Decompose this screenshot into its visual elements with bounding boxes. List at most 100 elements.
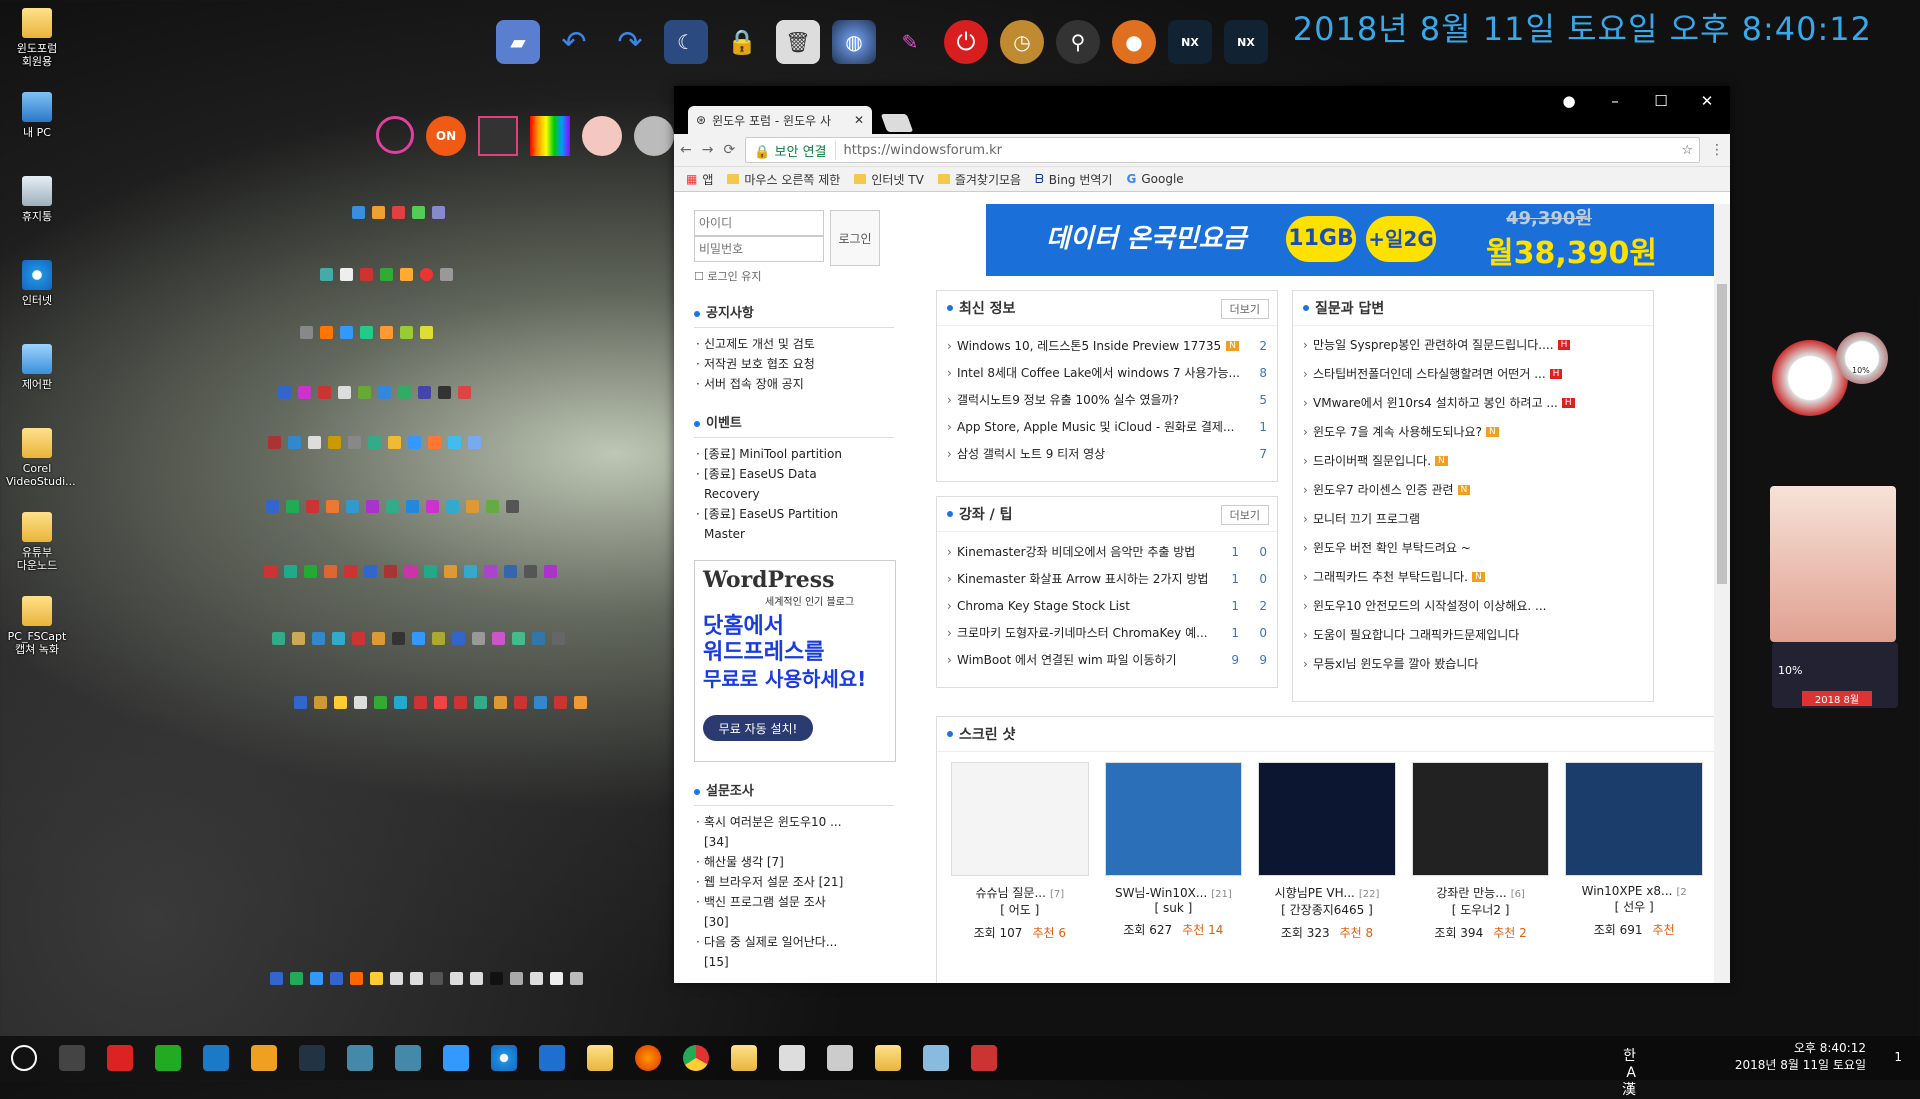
folder-icon[interactable] <box>875 1045 901 1071</box>
app-icon[interactable] <box>392 206 405 219</box>
store-icon[interactable] <box>779 1045 805 1071</box>
app-icon[interactable] <box>346 500 359 513</box>
desktop-icon-internet[interactable]: 인터넷 <box>6 260 68 307</box>
app-icon[interactable] <box>312 632 325 645</box>
app-icon[interactable] <box>448 436 461 449</box>
app-icon[interactable] <box>386 500 399 513</box>
qa-item[interactable]: 만능일 Sysprep봉인 관련하여 질문드립니다....H <box>1293 330 1653 359</box>
app-icon[interactable]: ● <box>1112 20 1156 64</box>
maximize-button[interactable]: ☐ <box>1638 86 1684 116</box>
app-icon[interactable] <box>514 696 527 709</box>
close-window-button[interactable]: ✕ <box>1684 86 1730 116</box>
app-icon[interactable] <box>372 632 385 645</box>
app-icon[interactable] <box>272 632 285 645</box>
app-icon[interactable] <box>414 696 427 709</box>
app-icon[interactable] <box>510 972 523 985</box>
app-icon[interactable] <box>458 386 471 399</box>
app-icon[interactable] <box>304 565 317 578</box>
screenshot-title[interactable]: 강좌란 만능... [6] <box>1412 884 1550 901</box>
eraser-icon[interactable]: ✎ <box>888 20 932 64</box>
screenshot-card[interactable]: Win10XPE x8... [2 [ 선우 ] 조회 691 추천 <box>1565 762 1703 941</box>
notice-item[interactable]: 저작권 보호 협조 요청 <box>694 354 854 374</box>
app-icon[interactable] <box>324 565 337 578</box>
app-icon[interactable] <box>350 972 363 985</box>
qa-item[interactable]: 모니터 끄기 프로그램 <box>1293 504 1653 533</box>
qa-item[interactable]: 윈도우10 안전모드의 시작설정이 이상해요. ... <box>1293 591 1653 620</box>
app-icon[interactable] <box>308 436 321 449</box>
qa-item[interactable]: 그래픽카드 추천 부탁드립니다.N <box>1293 562 1653 591</box>
qa-item[interactable]: 무등xl님 윈도우를 깔아 봤습니다 <box>1293 649 1653 678</box>
app-icon[interactable] <box>468 436 481 449</box>
event-item[interactable]: [종료] MiniTool partition <box>694 444 854 464</box>
trash-icon[interactable]: 🗑 <box>776 20 820 64</box>
forward-icon[interactable]: → <box>702 142 714 158</box>
keep-login-checkbox[interactable]: ☐ 로그인 유지 <box>694 268 854 284</box>
app-icon[interactable] <box>370 972 383 985</box>
app-icon[interactable] <box>344 565 357 578</box>
app-icon[interactable] <box>292 632 305 645</box>
url-field[interactable]: 🔒 보안 연결 https://windowsforum.kr ☆ <box>745 137 1700 163</box>
tip-item[interactable]: 크로마키 도형자료-키네마스터 ChromaKey 예... 1 0 <box>937 619 1277 646</box>
password-input[interactable] <box>694 236 824 262</box>
notification-count[interactable]: 1 <box>1894 1050 1902 1064</box>
screenshot-card[interactable]: 슈슈님 질문... [7] [ 어도 ] 조회 107 추천 6 <box>951 762 1089 941</box>
screenshot-title[interactable]: 시향님PE VH... [22] <box>1258 884 1396 901</box>
tips-more-button[interactable]: 더보기 <box>1220 505 1269 525</box>
profile-icon[interactable]: ● <box>1546 86 1592 116</box>
task-view-icon[interactable] <box>59 1045 85 1071</box>
app-icon[interactable] <box>454 696 467 709</box>
app-icon[interactable] <box>364 565 377 578</box>
app-icon[interactable] <box>552 632 565 645</box>
app-icon[interactable] <box>328 436 341 449</box>
minimize-button[interactable]: – <box>1592 86 1638 116</box>
latest-item[interactable]: Intel 8세대 Coffee Lake에서 windows 7 사용가능..… <box>937 359 1277 386</box>
screenshot-card[interactable]: SW님-Win10X... [21][ suk ] 조회 627 추천 14 <box>1104 762 1243 941</box>
survey-title[interactable]: 설문조사 <box>694 780 894 806</box>
clock-photo-gadget[interactable] <box>1770 486 1896 642</box>
screenshot-thumbnail[interactable] <box>1104 762 1243 876</box>
secure-connection-label[interactable]: 🔒 보안 연결 <box>754 140 836 160</box>
desktop-icon-my-pc[interactable]: 내 PC <box>6 92 68 139</box>
app-icon[interactable] <box>320 326 333 339</box>
app-icon[interactable] <box>284 565 297 578</box>
app-icon[interactable] <box>492 632 505 645</box>
latest-title[interactable]: 최신 정보 더보기 <box>937 291 1277 326</box>
app-icon[interactable] <box>340 326 353 339</box>
app-icon[interactable] <box>544 565 557 578</box>
app-icon[interactable] <box>400 326 413 339</box>
app-icon[interactable] <box>378 386 391 399</box>
app-icon[interactable] <box>395 1045 421 1071</box>
app-icon[interactable] <box>372 206 385 219</box>
app-icon[interactable] <box>366 500 379 513</box>
app-icon[interactable] <box>420 326 433 339</box>
back-icon[interactable]: ← <box>680 142 692 158</box>
app-icon[interactable] <box>314 696 327 709</box>
qa-item[interactable]: VMware에서 윈10rs4 설치하고 봉인 하려고 ...H <box>1293 388 1653 417</box>
qa-item[interactable]: 스타팁버전폴더인데 스타실행할려면 어떤거 ...H <box>1293 359 1653 388</box>
app-icon[interactable] <box>410 972 423 985</box>
app-icon[interactable] <box>400 268 413 281</box>
app-icon[interactable] <box>318 386 331 399</box>
tray-time[interactable]: 오후 8:40:12 <box>1794 1041 1866 1055</box>
qa-item[interactable]: 윈도우7 라이센스 인증 관련N <box>1293 475 1653 504</box>
app-icon[interactable] <box>310 972 323 985</box>
app-icon[interactable] <box>490 972 503 985</box>
app-icon[interactable] <box>404 565 417 578</box>
app-icon[interactable] <box>474 696 487 709</box>
tip-item[interactable]: Kinemaster 화살표 Arrow 표시하는 2가지 방법 1 0 <box>937 565 1277 592</box>
app-icon[interactable] <box>326 500 339 513</box>
app-icon[interactable] <box>384 565 397 578</box>
bookmark-bing[interactable]: ᗷ Bing 번역기 <box>1035 171 1112 188</box>
app-icon[interactable] <box>420 268 433 281</box>
app-icon[interactable] <box>406 500 419 513</box>
app-icon[interactable] <box>306 500 319 513</box>
app-icon[interactable] <box>530 972 543 985</box>
app-icon[interactable] <box>464 565 477 578</box>
nexus-icon[interactable] <box>299 1045 325 1071</box>
app-icon[interactable] <box>971 1045 997 1071</box>
app-icon[interactable] <box>512 632 525 645</box>
app-icon[interactable] <box>484 565 497 578</box>
scrollbar[interactable] <box>1714 204 1730 983</box>
screenshot-thumbnail[interactable] <box>951 762 1089 876</box>
lock-icon[interactable]: 🔒 <box>720 20 764 64</box>
